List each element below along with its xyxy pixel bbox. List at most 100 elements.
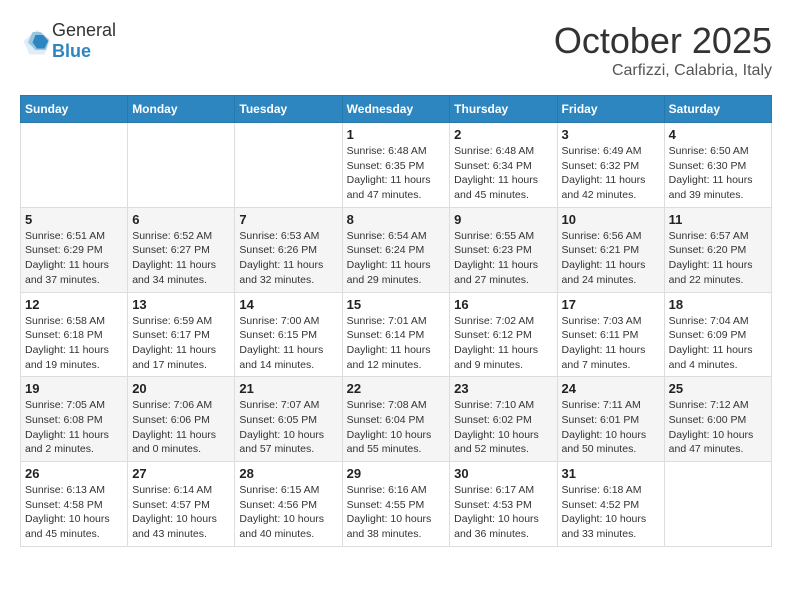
day-number: 22 xyxy=(347,381,446,396)
day-info-text: Sunset: 6:29 PM xyxy=(25,243,123,258)
day-number: 26 xyxy=(25,466,123,481)
day-info-text: Daylight: 11 hours and 2 minutes. xyxy=(25,428,123,457)
column-header-tuesday: Tuesday xyxy=(235,96,342,123)
calendar-cell: 5 Sunrise: 6:51 AMSunset: 6:29 PMDaylight… xyxy=(21,207,128,292)
day-number: 1 xyxy=(347,127,446,142)
day-info-text: Daylight: 10 hours and 33 minutes. xyxy=(562,512,660,541)
day-info-text: Daylight: 10 hours and 47 minutes. xyxy=(669,428,767,457)
calendar-week-row: 12Sunrise: 6:58 AMSunset: 6:18 PMDayligh… xyxy=(21,292,772,377)
day-info-text: Sunset: 6:27 PM xyxy=(132,243,230,258)
calendar-cell: 24Sunrise: 7:11 AMSunset: 6:01 PMDayligh… xyxy=(557,377,664,462)
day-info-text: Sunrise: 7:07 AM xyxy=(239,398,337,413)
day-number: 24 xyxy=(562,381,660,396)
day-info-text: Sunrise: 7:11 AM xyxy=(562,398,660,413)
day-info-text: Sunrise: 6:49 AM xyxy=(562,144,660,159)
day-info-text: Sunset: 4:56 PM xyxy=(239,498,337,513)
day-info-text: Sunrise: 6:56 AM xyxy=(562,229,660,244)
day-info-text: Sunrise: 6:18 AM xyxy=(562,483,660,498)
day-info-text: Sunrise: 6:59 AM xyxy=(132,314,230,329)
calendar-cell: 27Sunrise: 6:14 AMSunset: 4:57 PMDayligh… xyxy=(128,462,235,547)
day-info-text: Sunrise: 6:54 AM xyxy=(347,229,446,244)
day-info-text: Sunrise: 7:08 AM xyxy=(347,398,446,413)
day-number: 4 xyxy=(669,127,767,142)
calendar-week-row: 1Sunrise: 6:48 AMSunset: 6:35 PMDaylight… xyxy=(21,123,772,208)
calendar-cell: 29Sunrise: 6:16 AMSunset: 4:55 PMDayligh… xyxy=(342,462,450,547)
day-info-text: Sunrise: 7:00 AM xyxy=(239,314,337,329)
day-info-text: Sunrise: 7:06 AM xyxy=(132,398,230,413)
day-info-text: Daylight: 11 hours and 27 minutes. xyxy=(454,258,552,287)
day-info-text: Sunset: 6:01 PM xyxy=(562,413,660,428)
day-info-text: Sunset: 6:15 PM xyxy=(239,328,337,343)
day-number: 30 xyxy=(454,466,552,481)
calendar-header-row: SundayMondayTuesdayWednesdayThursdayFrid… xyxy=(21,96,772,123)
day-info-text: Daylight: 11 hours and 19 minutes. xyxy=(25,343,123,372)
day-info-text: Sunset: 6:24 PM xyxy=(347,243,446,258)
calendar-cell: 23Sunrise: 7:10 AMSunset: 6:02 PMDayligh… xyxy=(450,377,557,462)
calendar-cell: 8Sunrise: 6:54 AMSunset: 6:24 PMDaylight… xyxy=(342,207,450,292)
day-number: 19 xyxy=(25,381,123,396)
day-info-text: Daylight: 11 hours and 34 minutes. xyxy=(132,258,230,287)
day-number: 23 xyxy=(454,381,552,396)
day-info-text: Sunrise: 6:51 AM xyxy=(25,229,123,244)
calendar-cell: 11Sunrise: 6:57 AMSunset: 6:20 PMDayligh… xyxy=(664,207,771,292)
day-info-text: Sunset: 6:23 PM xyxy=(454,243,552,258)
day-info-text: Sunrise: 7:10 AM xyxy=(454,398,552,413)
day-number: 27 xyxy=(132,466,230,481)
day-info-text: Daylight: 10 hours and 45 minutes. xyxy=(25,512,123,541)
calendar-cell: 15Sunrise: 7:01 AMSunset: 6:14 PMDayligh… xyxy=(342,292,450,377)
day-number: 20 xyxy=(132,381,230,396)
day-info-text: Sunset: 6:17 PM xyxy=(132,328,230,343)
day-info-text: Daylight: 11 hours and 37 minutes. xyxy=(25,258,123,287)
day-info-text: Sunset: 6:05 PM xyxy=(239,413,337,428)
calendar-cell xyxy=(664,462,771,547)
calendar-cell xyxy=(235,123,342,208)
day-number: 21 xyxy=(239,381,337,396)
day-info-text: Sunset: 6:18 PM xyxy=(25,328,123,343)
calendar-cell: 18Sunrise: 7:04 AMSunset: 6:09 PMDayligh… xyxy=(664,292,771,377)
day-number: 29 xyxy=(347,466,446,481)
logo-general-text: General xyxy=(52,20,116,40)
day-info-text: Sunset: 6:26 PM xyxy=(239,243,337,258)
calendar-cell: 1Sunrise: 6:48 AMSunset: 6:35 PMDaylight… xyxy=(342,123,450,208)
day-number: 7 xyxy=(239,212,337,227)
day-info-text: Daylight: 11 hours and 32 minutes. xyxy=(239,258,337,287)
column-header-sunday: Sunday xyxy=(21,96,128,123)
page-header: General Blue October 2025 Carfizzi, Cala… xyxy=(20,20,772,80)
day-info-text: Sunrise: 7:03 AM xyxy=(562,314,660,329)
day-number: 28 xyxy=(239,466,337,481)
column-header-thursday: Thursday xyxy=(450,96,557,123)
calendar-week-row: 26Sunrise: 6:13 AMSunset: 4:58 PMDayligh… xyxy=(21,462,772,547)
day-number: 16 xyxy=(454,297,552,312)
day-info-text: Daylight: 11 hours and 29 minutes. xyxy=(347,258,446,287)
day-number: 2 xyxy=(454,127,552,142)
day-info-text: Sunset: 6:04 PM xyxy=(347,413,446,428)
calendar-cell: 16Sunrise: 7:02 AMSunset: 6:12 PMDayligh… xyxy=(450,292,557,377)
day-info-text: Sunrise: 6:52 AM xyxy=(132,229,230,244)
day-info-text: Daylight: 10 hours and 36 minutes. xyxy=(454,512,552,541)
calendar-cell xyxy=(128,123,235,208)
day-number: 18 xyxy=(669,297,767,312)
day-info-text: Daylight: 11 hours and 39 minutes. xyxy=(669,173,767,202)
calendar-week-row: 19Sunrise: 7:05 AMSunset: 6:08 PMDayligh… xyxy=(21,377,772,462)
day-info-text: Sunrise: 6:17 AM xyxy=(454,483,552,498)
day-info-text: Sunset: 6:20 PM xyxy=(669,243,767,258)
calendar-cell: 3Sunrise: 6:49 AMSunset: 6:32 PMDaylight… xyxy=(557,123,664,208)
day-number: 13 xyxy=(132,297,230,312)
day-info-text: Daylight: 11 hours and 0 minutes. xyxy=(132,428,230,457)
day-number: 17 xyxy=(562,297,660,312)
day-info-text: Sunset: 4:57 PM xyxy=(132,498,230,513)
day-number: 31 xyxy=(562,466,660,481)
day-info-text: Daylight: 11 hours and 22 minutes. xyxy=(669,258,767,287)
calendar-cell: 6Sunrise: 6:52 AMSunset: 6:27 PMDaylight… xyxy=(128,207,235,292)
logo-icon xyxy=(22,26,52,56)
day-info-text: Daylight: 10 hours and 40 minutes. xyxy=(239,512,337,541)
day-info-text: Daylight: 10 hours and 52 minutes. xyxy=(454,428,552,457)
day-info-text: Sunrise: 6:14 AM xyxy=(132,483,230,498)
calendar-table: SundayMondayTuesdayWednesdayThursdayFrid… xyxy=(20,95,772,547)
calendar-cell: 17Sunrise: 7:03 AMSunset: 6:11 PMDayligh… xyxy=(557,292,664,377)
calendar-cell: 30Sunrise: 6:17 AMSunset: 4:53 PMDayligh… xyxy=(450,462,557,547)
day-info-text: Sunrise: 7:02 AM xyxy=(454,314,552,329)
calendar-cell: 14Sunrise: 7:00 AMSunset: 6:15 PMDayligh… xyxy=(235,292,342,377)
day-info-text: Sunset: 6:11 PM xyxy=(562,328,660,343)
day-number: 5 xyxy=(25,212,123,227)
